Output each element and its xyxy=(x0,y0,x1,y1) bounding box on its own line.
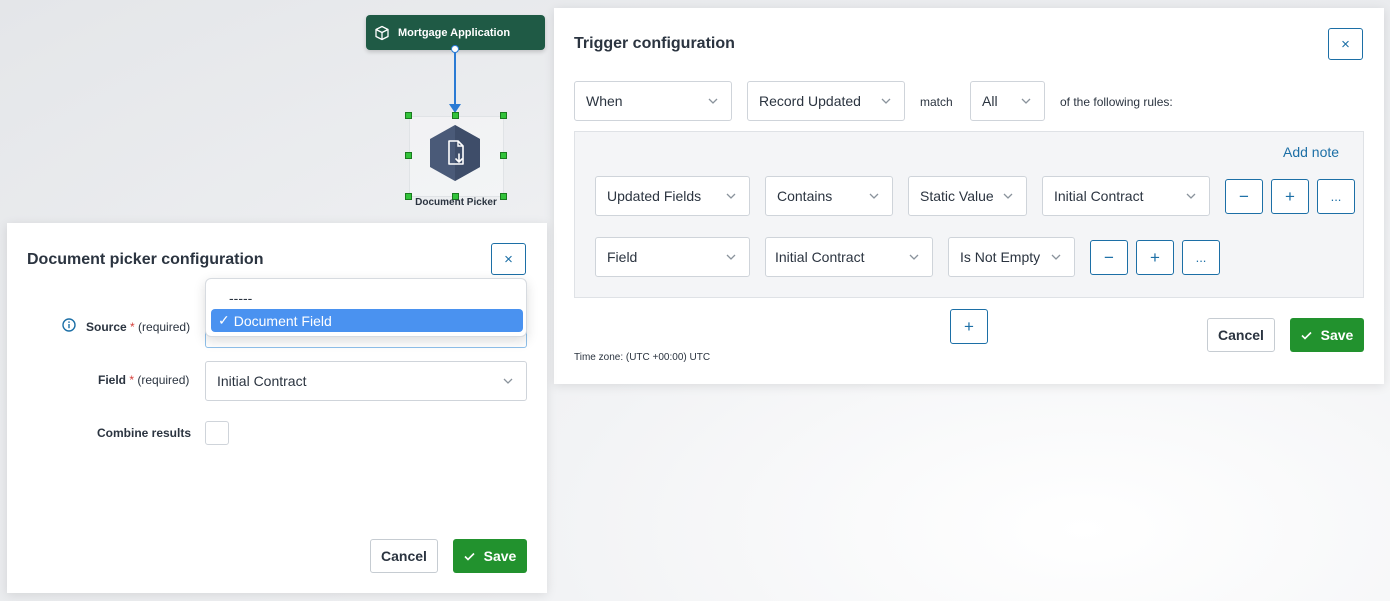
rule2-remove-button[interactable]: − xyxy=(1090,240,1128,275)
trigger-panel-title: Trigger configuration xyxy=(574,35,735,52)
rule1-value-select[interactable]: Initial Contract xyxy=(1042,176,1210,216)
plus-icon: + xyxy=(964,316,974,336)
connector-start-dot[interactable] xyxy=(451,45,459,53)
picker-save-button[interactable]: Save xyxy=(453,539,527,573)
plus-icon: + xyxy=(1150,247,1160,267)
check-icon xyxy=(464,552,475,561)
source-dropdown-menu: ----- ✓ Document Field xyxy=(205,278,527,337)
source-option-document-field[interactable]: ✓ Document Field xyxy=(211,309,523,332)
rule1-add-button[interactable]: + xyxy=(1271,179,1309,214)
rule2-more-button[interactable]: ... xyxy=(1182,240,1220,275)
info-icon[interactable] xyxy=(62,318,76,332)
trigger-cancel-button[interactable]: Cancel xyxy=(1207,318,1275,352)
minus-icon: − xyxy=(1104,247,1114,267)
picker-cancel-button[interactable]: Cancel xyxy=(370,539,438,573)
field-select-value: Initial Contract xyxy=(217,373,307,389)
rules-suffix-label: of the following rules: xyxy=(1060,95,1173,109)
document-picker-node-label: Document Picker xyxy=(415,197,497,208)
document-picker-hex-icon[interactable] xyxy=(428,124,482,182)
required-text: (required) xyxy=(137,373,190,387)
combine-results-label: Combine results xyxy=(97,426,192,440)
rule1-operator-select[interactable]: Contains xyxy=(765,176,893,216)
chevron-down-icon xyxy=(881,98,891,104)
resize-handle[interactable] xyxy=(452,112,459,119)
field-label-text: Field xyxy=(98,373,127,387)
source-label: Source * (required) xyxy=(86,320,190,334)
source-option-label: ----- xyxy=(229,289,253,306)
trigger-save-button[interactable]: Save xyxy=(1290,318,1364,352)
required-star: * xyxy=(130,320,135,334)
chevron-down-icon xyxy=(503,378,513,384)
chevron-down-icon xyxy=(708,98,718,104)
chevron-down-icon xyxy=(909,254,919,260)
match-select-value: All xyxy=(982,93,998,109)
field-label: Field * (required) xyxy=(98,373,189,387)
required-text: (required) xyxy=(138,320,191,334)
rule1-field-select[interactable]: Updated Fields xyxy=(595,176,750,216)
source-option-label: Document Field xyxy=(233,312,332,329)
resize-handle[interactable] xyxy=(405,112,412,119)
match-label: match xyxy=(920,95,953,109)
rule2-operator-select[interactable]: Is Not Empty xyxy=(948,237,1075,277)
rule1-operator-value: Contains xyxy=(777,188,833,204)
picker-save-label: Save xyxy=(483,548,517,564)
timezone-label: Time zone: xyxy=(574,352,624,363)
more-icon: ... xyxy=(1195,250,1207,265)
when-select-value: When xyxy=(586,93,623,109)
resize-handle[interactable] xyxy=(500,112,507,119)
event-select-value: Record Updated xyxy=(759,93,861,109)
rule1-value-type-value: Static Value xyxy=(920,188,994,204)
minus-icon: − xyxy=(1239,186,1249,206)
source-label-text: Source xyxy=(86,320,127,334)
trigger-close-button[interactable]: × xyxy=(1328,28,1363,60)
rule2-field-value: Field xyxy=(607,249,638,265)
add-note-link[interactable]: Add note xyxy=(1283,144,1339,160)
check-icon: ✓ xyxy=(218,312,230,328)
when-select[interactable]: When xyxy=(574,81,732,121)
rule2-operator-value: Is Not Empty xyxy=(960,249,1041,265)
rule1-more-button[interactable]: ... xyxy=(1317,179,1355,214)
rule2-value-value: Initial Contract xyxy=(775,249,865,265)
field-select[interactable]: Initial Contract xyxy=(205,361,527,401)
check-icon xyxy=(1301,331,1312,340)
rule1-field-value: Updated Fields xyxy=(607,188,702,204)
more-icon: ... xyxy=(1330,189,1342,204)
connector-line xyxy=(454,50,456,108)
add-rule-button[interactable]: + xyxy=(950,309,988,344)
rule2-value-select[interactable]: Initial Contract xyxy=(765,237,933,277)
picker-panel-title: Document picker configuration xyxy=(27,251,264,268)
close-icon: × xyxy=(504,250,513,268)
close-icon: × xyxy=(1341,35,1350,53)
event-select[interactable]: Record Updated xyxy=(747,81,905,121)
chevron-down-icon xyxy=(1051,254,1061,260)
chevron-down-icon xyxy=(1003,193,1013,199)
timezone-value: (UTC +00:00) UTC xyxy=(625,352,711,363)
match-select[interactable]: All xyxy=(970,81,1045,121)
chevron-down-icon xyxy=(726,254,736,260)
rule2-add-button[interactable]: + xyxy=(1136,240,1174,275)
rule1-remove-button[interactable]: − xyxy=(1225,179,1263,214)
rule1-value-value: Initial Contract xyxy=(1054,188,1144,204)
trigger-save-label: Save xyxy=(1320,327,1354,343)
combine-results-checkbox[interactable] xyxy=(205,421,229,445)
timezone-row: Time zone: (UTC +00:00) UTC xyxy=(574,352,710,363)
chevron-down-icon xyxy=(869,193,879,199)
picker-close-button[interactable]: × xyxy=(491,243,526,275)
trigger-configuration-panel: Trigger configuration × When Record Upda… xyxy=(554,8,1384,384)
rules-container: Add note Updated Fields Contains Static … xyxy=(574,131,1364,298)
rule2-field-select[interactable]: Field xyxy=(595,237,750,277)
cube-icon xyxy=(375,25,389,40)
rule1-value-type-select[interactable]: Static Value xyxy=(908,176,1027,216)
chevron-down-icon xyxy=(1021,98,1031,104)
required-star: * xyxy=(129,373,135,387)
chevron-down-icon xyxy=(1186,193,1196,199)
source-option-blank[interactable]: ----- xyxy=(211,286,523,309)
plus-icon: + xyxy=(1285,186,1295,206)
resize-handle[interactable] xyxy=(405,152,412,159)
workflow-node-label: Mortgage Application xyxy=(398,26,511,39)
chevron-down-icon xyxy=(726,193,736,199)
resize-handle[interactable] xyxy=(500,152,507,159)
